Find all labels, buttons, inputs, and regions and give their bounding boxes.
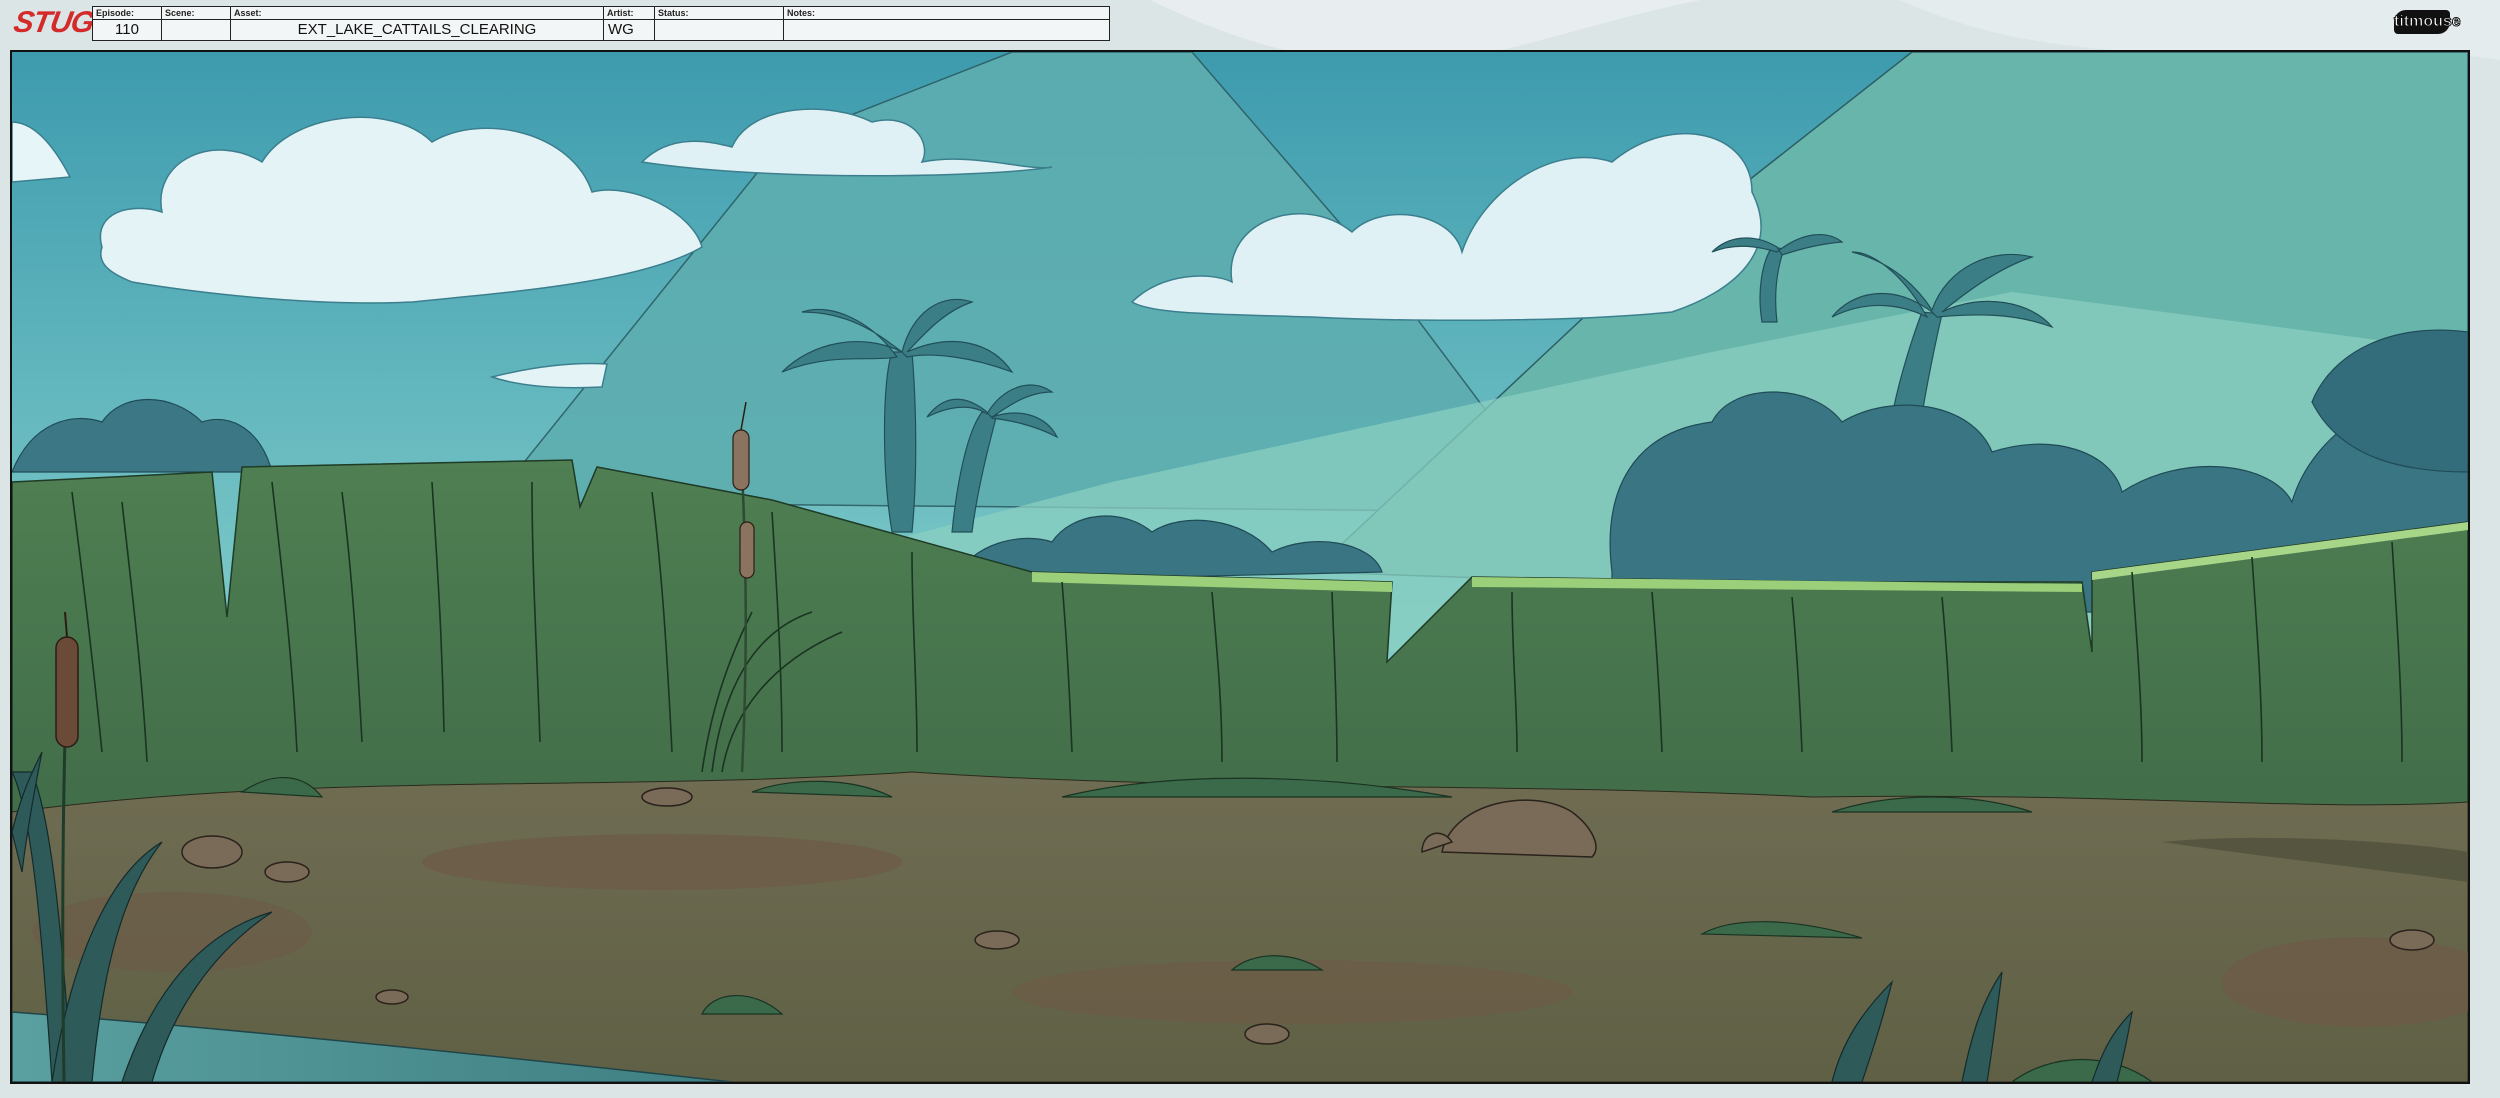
background-art-panel (10, 50, 2470, 1084)
episode-value: 110 (115, 21, 139, 38)
studio-logo: titmouse (2394, 10, 2461, 34)
slate-status: Status: (655, 7, 784, 40)
slate-asset: Asset: EXT_LAKE_CATTAILS_CLEARING (231, 7, 604, 40)
header-bar: STUGo Episode: 110 Scene: Asset: EXT_LAK… (0, 0, 2500, 48)
artist-value: WG (608, 21, 634, 38)
slate-artist: Artist: WG (604, 7, 655, 40)
mud-patch (32, 892, 312, 972)
asset-value: EXT_LAKE_CATTAILS_CLEARING (297, 21, 537, 38)
cattail-head (55, 636, 79, 748)
rock (375, 989, 409, 1005)
slate-scene: Scene: (162, 7, 231, 40)
rock (181, 835, 243, 869)
slate-notes: Notes: (784, 7, 1109, 40)
scene-illustration (12, 52, 2468, 1082)
mud-patch (422, 834, 902, 890)
rock (2389, 929, 2435, 951)
ground (12, 771, 2468, 1082)
rock (264, 861, 310, 883)
rock (1244, 1023, 1290, 1045)
slate-episode: Episode: 110 (93, 7, 162, 40)
production-slate: Episode: 110 Scene: Asset: EXT_LAKE_CATT… (92, 6, 1110, 41)
rock (974, 930, 1020, 950)
cattail-head (739, 521, 755, 579)
rock (641, 787, 693, 807)
cattail-head (732, 429, 750, 491)
